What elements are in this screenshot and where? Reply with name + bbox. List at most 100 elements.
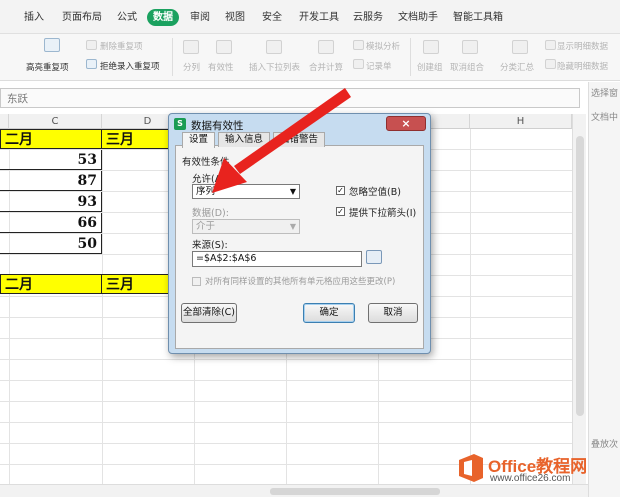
record-icon <box>353 59 364 69</box>
clear-all-button[interactable]: 全部清除(C) <box>181 303 237 323</box>
tab-settings[interactable]: 设置 <box>182 132 216 148</box>
cell-c-header[interactable]: 二月 <box>0 129 102 149</box>
menu-doc-assistant[interactable]: 文档助手 <box>398 10 438 26</box>
menu-bar: 插入 页面布局 公式 数据 审阅 视图 安全 开发工具 云服务 文档助手 智能工… <box>0 0 620 34</box>
source-input[interactable]: =$A$2:$A$6 <box>192 251 362 267</box>
data-validation-dialog: S 数据有效性 × 设置 输入信息 出错警告 有效性条件 允许(A): 序列 ▼… <box>168 113 431 354</box>
apply-all-label: 对所有同样设置的其他所有单元格应用这些更改(P) <box>205 277 396 287</box>
allow-select-value: 序列 <box>196 186 216 197</box>
task-pane: 选择窗 文档中 叠放次 <box>588 82 620 497</box>
ungroup-icon <box>462 40 478 54</box>
menu-page-layout[interactable]: 页面布局 <box>62 10 102 26</box>
menu-smart-toolbox[interactable]: 智能工具箱 <box>453 10 503 26</box>
split-button[interactable]: 分列 <box>183 61 200 73</box>
vertical-scroll-thumb[interactable] <box>576 136 584 416</box>
task-pane-title: 选择窗 <box>591 89 619 99</box>
show-detail-button[interactable]: 显示明细数据 <box>557 40 608 52</box>
validity-button[interactable]: 有效性 <box>208 61 234 73</box>
delete-dup-icon <box>86 40 97 50</box>
delete-dup-button[interactable]: 删除重复项 <box>100 40 143 52</box>
gridline <box>102 129 103 484</box>
office-logo-icon <box>459 454 483 482</box>
ungroup-button[interactable]: 取消组合 <box>450 61 484 73</box>
create-group-button[interactable]: 创建组 <box>417 61 443 73</box>
data-label: 数据(D): <box>192 208 229 219</box>
horizontal-scroll-thumb[interactable] <box>270 488 440 495</box>
ok-button[interactable]: 确定 <box>303 303 355 323</box>
menu-view[interactable]: 视图 <box>225 10 245 26</box>
chevron-down-icon: ▼ <box>289 187 296 196</box>
cell-value[interactable]: 50 <box>0 234 102 254</box>
ribbon-divider <box>172 38 173 76</box>
create-group-icon <box>423 40 439 54</box>
gridline <box>470 129 471 484</box>
reject-dup-button[interactable]: 拒绝录入重复项 <box>100 60 160 72</box>
task-pane-order-label: 叠放次 <box>591 440 619 450</box>
ignore-blank-checkbox[interactable]: ✓ <box>336 186 345 195</box>
data-select[interactable]: 介于 ▼ <box>192 219 300 234</box>
apply-all-checkbox[interactable] <box>192 277 201 286</box>
simulate-button[interactable]: 模拟分析 <box>366 40 400 52</box>
subtotal-icon <box>512 40 528 54</box>
menu-data[interactable]: 数据 <box>147 9 179 26</box>
column-header-b[interactable] <box>0 114 9 129</box>
formula-bar-text: 东跃 <box>7 93 28 105</box>
tab-input-message[interactable]: 输入信息 <box>218 132 271 147</box>
column-header-c[interactable]: C <box>9 114 102 129</box>
gridline <box>0 464 572 465</box>
menu-formula[interactable]: 公式 <box>117 10 137 26</box>
ribbon-toolbar: 高亮重复项 删除重复项 拒绝录入重复项 分列 有效性 插入下拉列表 合并计算 模… <box>0 34 620 81</box>
menu-insert[interactable]: 插入 <box>24 10 44 26</box>
horizontal-scrollbar[interactable] <box>0 484 588 497</box>
cell-value[interactable]: 66 <box>0 213 102 233</box>
hide-detail-button[interactable]: 隐藏明细数据 <box>557 60 608 72</box>
ignore-blank-label: 忽略空值(B) <box>349 187 401 198</box>
merge-calc-button[interactable]: 合并计算 <box>309 61 343 73</box>
column-header-h[interactable]: H <box>470 114 572 129</box>
cell-c-header-2[interactable]: 二月 <box>0 274 102 294</box>
ribbon-divider <box>410 38 411 76</box>
show-detail-icon <box>545 40 556 50</box>
cell-value[interactable]: 53 <box>0 150 102 170</box>
subtotal-button[interactable]: 分类汇总 <box>500 61 534 73</box>
tab-error-alert[interactable]: 出错警告 <box>273 132 326 147</box>
insert-dropdown-icon <box>266 40 282 54</box>
range-picker-icon[interactable] <box>366 250 382 264</box>
cancel-button[interactable]: 取消 <box>368 303 418 323</box>
reject-dup-icon <box>86 59 97 69</box>
merge-calc-icon <box>318 40 334 54</box>
wps-logo-icon: S <box>174 118 186 130</box>
close-button[interactable]: × <box>386 116 426 131</box>
dialog-body: 设置 输入信息 出错警告 有效性条件 允许(A): 序列 ▼ ✓ 忽略空值(B)… <box>175 132 424 349</box>
menu-cloud[interactable]: 云服务 <box>353 10 383 26</box>
allow-select[interactable]: 序列 ▼ <box>192 184 300 199</box>
menu-security[interactable]: 安全 <box>262 10 282 26</box>
provide-dropdown-label: 提供下拉箭头(I) <box>349 208 417 219</box>
allow-label: 允许(A): <box>192 174 229 185</box>
insert-dropdown-button[interactable]: 插入下拉列表 <box>249 61 300 73</box>
validity-icon <box>216 40 232 54</box>
source-label: 来源(S): <box>192 240 228 251</box>
menu-developer[interactable]: 开发工具 <box>299 10 339 26</box>
gridline <box>0 401 572 402</box>
gridline <box>0 422 572 423</box>
highlight-dup-icon <box>44 38 60 52</box>
simulate-icon <box>353 40 364 50</box>
gridline <box>0 380 572 381</box>
record-button[interactable]: 记录单 <box>366 60 392 72</box>
cell-value[interactable]: 93 <box>0 192 102 212</box>
spreadsheet-window: 插入 页面布局 公式 数据 审阅 视图 安全 开发工具 云服务 文档助手 智能工… <box>0 0 620 497</box>
provide-dropdown-checkbox[interactable]: ✓ <box>336 207 345 216</box>
menu-review[interactable]: 审阅 <box>190 10 210 26</box>
gridline <box>0 359 572 360</box>
formula-bar[interactable]: 东跃 <box>0 88 580 108</box>
cell-value[interactable]: 87 <box>0 171 102 191</box>
data-select-value: 介于 <box>196 221 216 232</box>
highlight-dup-button[interactable]: 高亮重复项 <box>26 61 69 73</box>
watermark-url: www.office26.com <box>490 473 571 484</box>
task-pane-doc-label: 文档中 <box>591 113 619 123</box>
vertical-scrollbar[interactable] <box>572 114 586 484</box>
dialog-title: 数据有效性 <box>191 120 244 132</box>
hide-detail-icon <box>545 59 556 69</box>
chevron-down-icon: ▼ <box>289 222 296 231</box>
